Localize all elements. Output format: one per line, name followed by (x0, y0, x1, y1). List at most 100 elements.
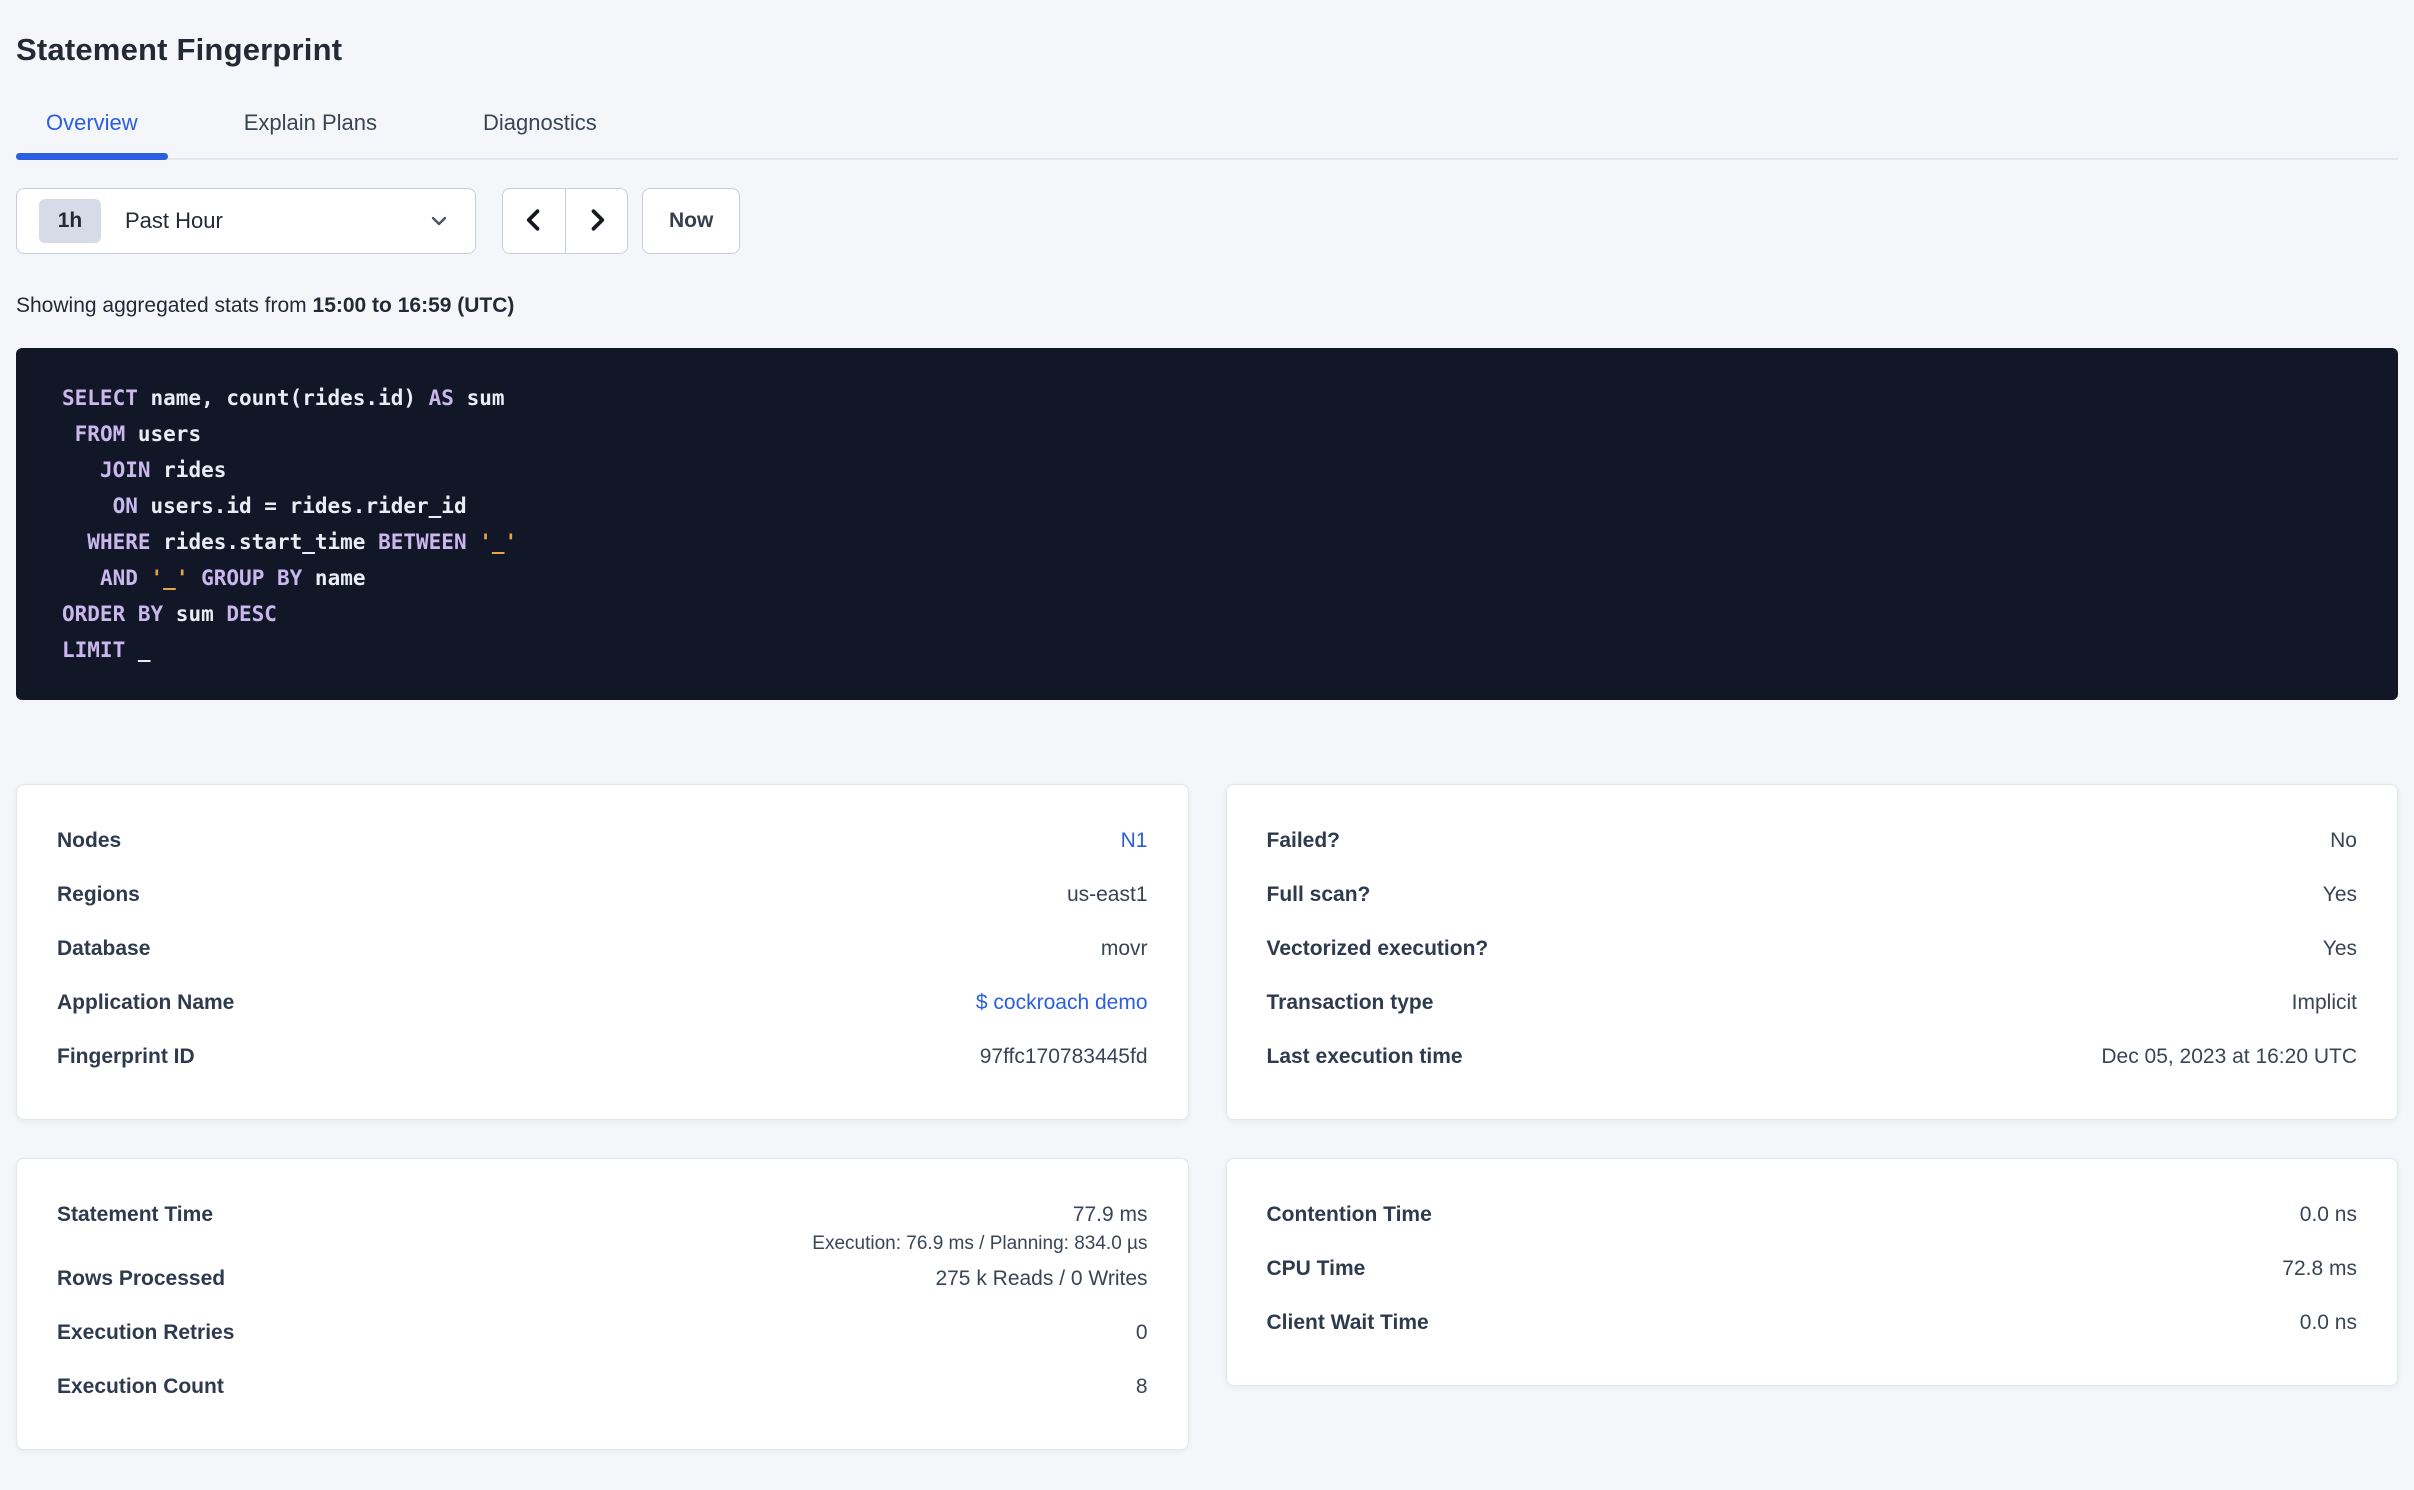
row-value: No (2330, 829, 2357, 852)
row-label: Execution Retries (57, 1321, 235, 1344)
sql-text: rides (150, 458, 227, 482)
sql-line: AND '_' GROUP BY name (62, 560, 2352, 596)
sql-keyword: LIMIT (62, 638, 126, 662)
sql-keyword: SELECT (62, 386, 138, 410)
wait-times-card: Contention Time 0.0 ns CPU Time 72.8 ms Clie… (1225, 1158, 2398, 1386)
chevron-right-icon (583, 206, 611, 237)
sql-keyword: ORDER BY (62, 602, 164, 626)
sql-keyword: BETWEEN (378, 530, 467, 554)
row-rows-processed: Rows Processed 275 k Reads / 0 Writes (57, 1255, 1148, 1309)
tab-explain-plans[interactable]: Explain Plans (214, 104, 407, 158)
statement-meta-card: Nodes N1 Regions us-east1 Database movr Applic… (16, 784, 1189, 1120)
sql-placeholder: '_' (150, 566, 189, 590)
sql-keyword: AND (99, 566, 138, 590)
time-step-control (502, 188, 628, 254)
row-label: Nodes (57, 829, 122, 852)
row-label: Statement Time (57, 1203, 213, 1226)
row-execution-retries: Execution Retries 0 (57, 1309, 1148, 1363)
statement-fingerprint-page: Statement Fingerprint Overview Explain Pl… (0, 0, 2414, 1490)
row-database: Database movr (57, 925, 1148, 979)
row-value: 72.8 ms (2282, 1257, 2357, 1280)
chevron-down-icon (427, 209, 451, 233)
sql-line: FROM users (62, 416, 2352, 452)
row-label: Fingerprint ID (57, 1045, 195, 1068)
sql-text: name, count(rides.id) (137, 386, 429, 410)
prev-time-button[interactable] (503, 189, 565, 253)
row-value: 8 (1135, 1375, 1148, 1398)
sql-keyword: DESC (226, 602, 277, 626)
summary-cards: Nodes N1 Regions us-east1 Database movr Applic… (16, 784, 2398, 1450)
row-vectorized-execution: Vectorized execution? Yes (1267, 925, 2358, 979)
row-value: 0.0 ns (2299, 1203, 2357, 1226)
sql-text: sum (163, 602, 227, 626)
row-label: Vectorized execution? (1266, 937, 1489, 960)
row-label: CPU Time (1266, 1257, 1366, 1280)
page-title: Statement Fingerprint (16, 32, 343, 67)
row-subvalue: Execution: 76.9 ms / Planning: 834.0 µs (812, 1233, 1148, 1254)
sql-line: ORDER BY sum DESC (62, 596, 2352, 632)
row-client-wait-time: Client Wait Time 0.0 ns (1267, 1299, 2358, 1353)
row-regions: Regions us-east1 (57, 871, 1148, 925)
row-label: Rows Processed (57, 1267, 226, 1290)
sql-keyword: JOIN (99, 458, 151, 482)
sql-line: JOIN rides (62, 452, 2352, 488)
row-execution-count: Execution Count 8 (57, 1363, 1148, 1417)
sql-text: name (302, 566, 366, 590)
tab-diagnostics[interactable]: Diagnostics (453, 104, 627, 158)
row-value-group: Yes (2323, 937, 2357, 961)
tab-overview[interactable]: Overview (16, 104, 168, 160)
row-contention-time: Contention Time 0.0 ns (1267, 1191, 2358, 1245)
row-value-group: 77.9 ms Execution: 76.9 ms / Planning: 83… (812, 1203, 1147, 1255)
sql-line: ON users.id = rides.rider_id (62, 488, 2352, 524)
sql-text: users.id = rides.rider_id (137, 494, 467, 518)
row-value-group: movr (1101, 937, 1148, 961)
row-label: Last execution time (1266, 1045, 1463, 1068)
row-label: Regions (57, 883, 140, 906)
row-full-scan: Full scan? Yes (1267, 871, 2358, 925)
row-label: Full scan? (1266, 883, 1371, 906)
row-cpu-time: CPU Time 72.8 ms (1267, 1245, 2358, 1299)
row-transaction-type: Transaction type Implicit (1267, 979, 2358, 1033)
row-failed: Failed? No (1267, 817, 2358, 871)
row-label: Client Wait Time (1266, 1311, 1429, 1334)
row-value-link[interactable]: $ cockroach demo (976, 991, 1148, 1015)
now-button[interactable]: Now (642, 188, 741, 254)
sql-keyword: WHERE (87, 530, 151, 554)
row-value-group: 8 (1136, 1375, 1148, 1399)
sql-line: LIMIT _ (62, 632, 2352, 668)
sql-text: sum (453, 386, 505, 410)
row-label: Database (57, 937, 151, 960)
row-value-group: $ cockroach demo (976, 991, 1148, 1015)
sql-statement-box: SELECT name, count(rides.id) AS sum FROM… (16, 348, 2398, 700)
row-value-group: 72.8 ms (2282, 1257, 2357, 1281)
tab-bar: Overview Explain Plans Diagnostics (16, 104, 2398, 160)
row-value: Yes (2322, 883, 2357, 906)
time-controls: 1h Past Hour Now (16, 188, 2398, 254)
sql-statement-text: SELECT name, count(rides.id) AS sum FROM… (62, 380, 2352, 668)
row-value-group: us-east1 (1067, 883, 1148, 907)
row-value-link[interactable]: N1 (1121, 829, 1148, 853)
sql-keyword: ON (112, 494, 138, 518)
sql-text: rides.start_time (150, 530, 379, 554)
row-value: us-east1 (1066, 883, 1148, 906)
row-label: Execution Count (57, 1375, 224, 1398)
caption-time-range: 15:00 to 16:59 (UTC) (312, 294, 515, 317)
caption-prefix: Showing aggregated stats from (16, 294, 313, 317)
row-value-group: 0.0 ns (2300, 1311, 2357, 1335)
aggregated-stats-caption: Showing aggregated stats from 15:00 to 1… (16, 294, 2398, 318)
next-time-button[interactable] (565, 189, 627, 253)
execution-attributes-card: Failed? No Full scan? Yes Vectorized executi… (1225, 784, 2398, 1120)
sql-keyword: GROUP BY (201, 566, 303, 590)
row-nodes: Nodes N1 (57, 817, 1148, 871)
time-range-dropdown[interactable]: 1h Past Hour (16, 188, 476, 254)
row-last-execution-time: Last execution time Dec 05, 2023 at 16:20… (1267, 1033, 2358, 1087)
time-range-label: Past Hour (125, 208, 223, 233)
row-value: Yes (2322, 937, 2357, 960)
row-value: Dec 05, 2023 at 16:20 UTC (2101, 1045, 2357, 1068)
time-range-badge: 1h (39, 199, 101, 243)
